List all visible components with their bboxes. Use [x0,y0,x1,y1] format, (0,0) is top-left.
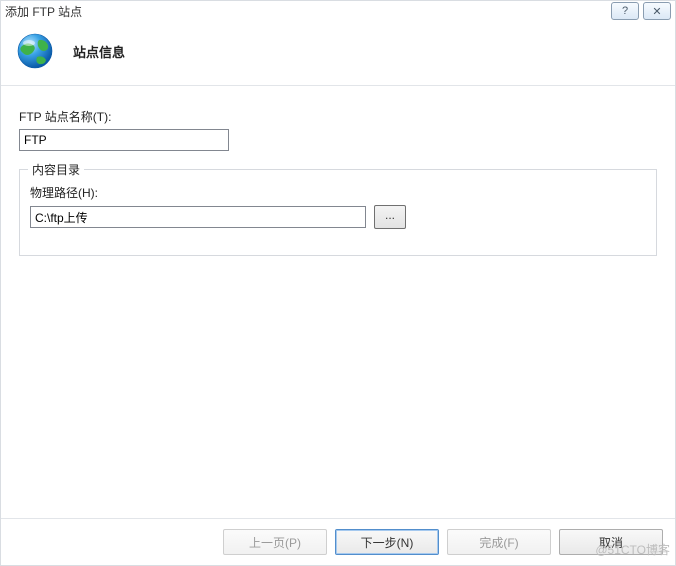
previous-button-label: 上一页(P) [249,534,301,551]
finish-button-label: 完成(F) [479,534,518,551]
content-directory-group: 内容目录 物理路径(H): ... [19,169,657,256]
physical-path-label: 物理路径(H): [30,184,646,201]
dialog-window: 添加 FTP 站点 ? ✕ [0,0,676,566]
previous-button: 上一页(P) [223,529,327,555]
site-name-input[interactable] [19,129,229,151]
next-button[interactable]: 下一步(N) [335,529,439,555]
cancel-button[interactable]: 取消 [559,529,663,555]
globe-icon [15,31,55,71]
wizard-title: 站点信息 [73,42,125,61]
browse-button[interactable]: ... [374,205,406,229]
close-icon: ✕ [652,5,661,18]
physical-path-input[interactable] [30,206,366,228]
titlebar: 添加 FTP 站点 ? ✕ [1,1,675,21]
physical-path-row: ... [30,205,646,229]
ellipsis-icon: ... [385,209,395,221]
close-button[interactable]: ✕ [643,2,671,20]
wizard-body: FTP 站点名称(T): 内容目录 物理路径(H): ... [1,86,675,518]
titlebar-buttons: ? ✕ [611,2,671,20]
finish-button: 完成(F) [447,529,551,555]
help-icon: ? [622,5,628,17]
wizard-header: 站点信息 [1,21,675,86]
next-button-label: 下一步(N) [361,534,414,551]
cancel-button-label: 取消 [599,534,623,551]
help-button[interactable]: ? [611,2,639,20]
window-title: 添加 FTP 站点 [5,3,611,20]
content-directory-title: 内容目录 [28,161,84,178]
wizard-footer: 上一页(P) 下一步(N) 完成(F) 取消 [1,518,675,565]
site-name-label: FTP 站点名称(T): [19,108,657,125]
